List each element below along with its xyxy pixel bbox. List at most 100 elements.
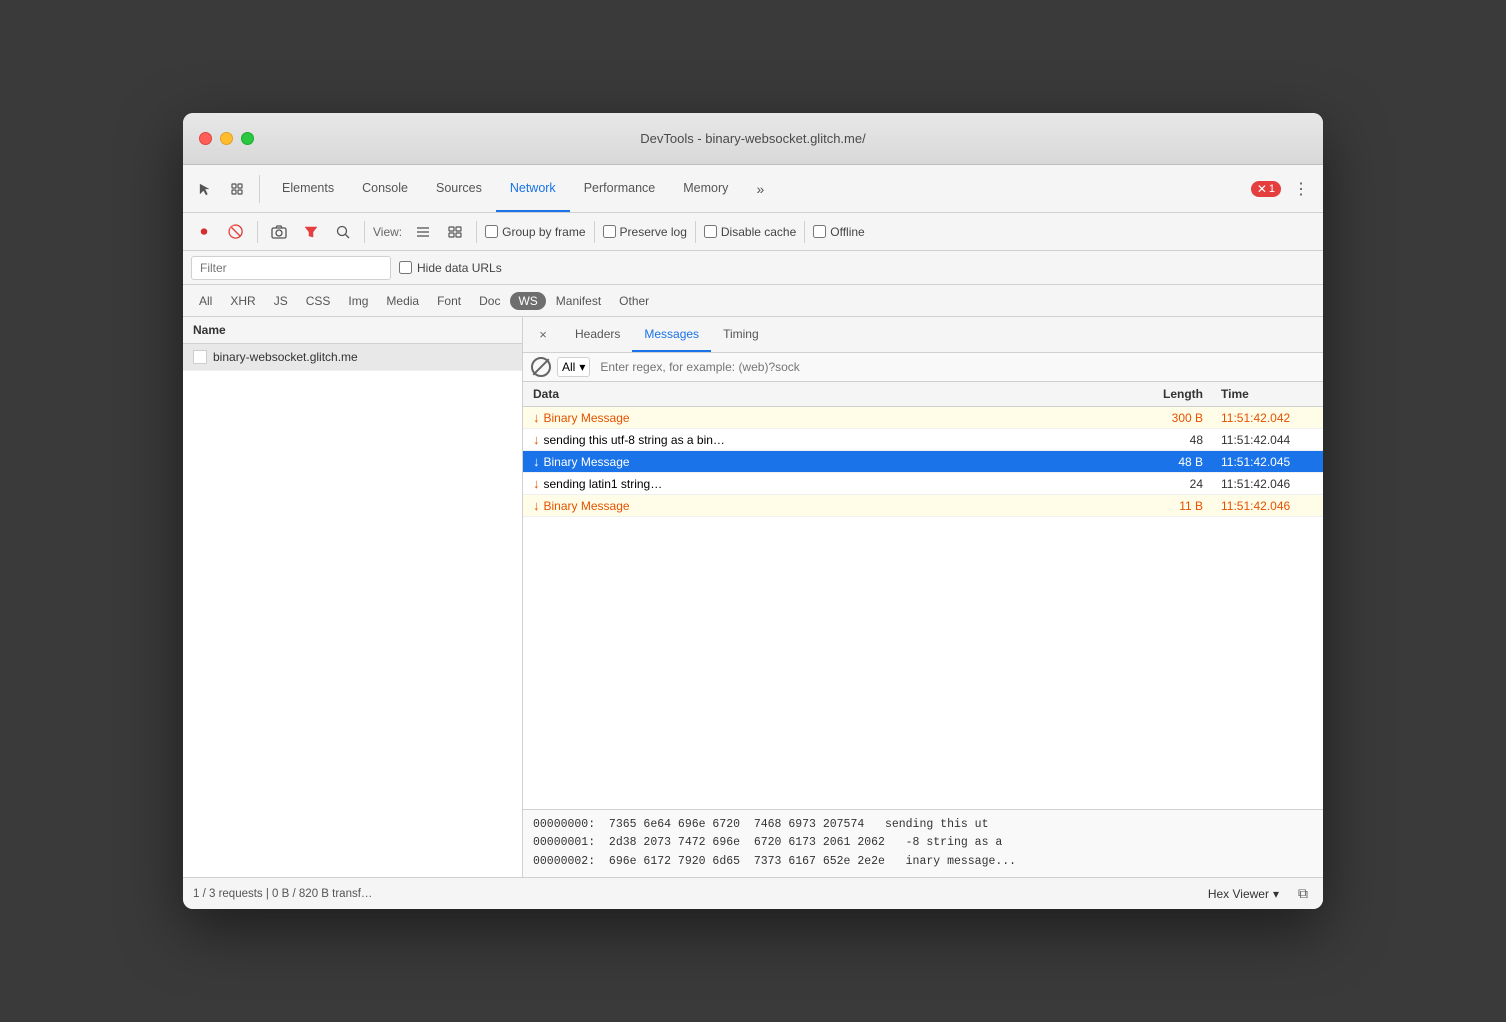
grid-view-icon[interactable] [442,219,468,245]
arrow-down-icon: ↓ [533,454,540,469]
filter-font[interactable]: Font [429,292,469,310]
message-row[interactable]: ↓ sending latin1 string… 24 11:51:42.046 [523,473,1323,495]
more-options-button[interactable]: ⋮ [1287,175,1315,203]
detail-tab-timing[interactable]: Timing [711,317,771,352]
hide-data-urls-label[interactable]: Hide data URLs [399,261,502,275]
filter-input[interactable] [191,256,391,280]
offline-label[interactable]: Offline [813,225,864,239]
request-item[interactable]: binary-websocket.glitch.me [183,344,522,371]
title-bar: × − + DevTools - binary-websocket.glitch… [183,113,1323,165]
tab-console[interactable]: Console [348,165,422,212]
close-detail-button[interactable]: × [531,323,555,347]
filter-ws[interactable]: WS [510,292,545,310]
tab-sources[interactable]: Sources [422,165,496,212]
cursor-icon[interactable] [191,175,219,203]
error-count: 1 [1269,183,1275,195]
main-toolbar: Elements Console Sources Network Perform… [183,165,1323,213]
message-row[interactable]: ↓ sending this utf-8 string as a bin… 48… [523,429,1323,451]
clear-button[interactable]: 🚫 [223,219,249,245]
msg-data-text: sending this utf-8 string as a bin… [544,433,725,447]
hex-viewer: 00000000: 7365 6e64 696e 6720 7468 6973 … [523,809,1323,877]
arrow-down-icon: ↓ [533,432,540,447]
filter-css[interactable]: CSS [298,292,339,310]
group-by-frame-checkbox[interactable] [485,225,498,238]
filter-button[interactable] [298,219,324,245]
offline-checkbox[interactable] [813,225,826,238]
hide-data-urls-checkbox[interactable] [399,261,412,274]
tab-elements[interactable]: Elements [268,165,348,212]
messages-filter: All ▾ [523,353,1323,382]
network-toolbar-divider-3 [476,221,477,243]
filter-other[interactable]: Other [611,292,657,310]
request-favicon [193,350,207,364]
filter-all[interactable]: All [191,292,220,310]
maximize-button[interactable]: + [241,132,254,145]
record-button[interactable]: ⏺ [191,219,217,245]
tab-overflow-button[interactable]: » [746,175,774,203]
request-name: binary-websocket.glitch.me [213,350,358,364]
msg-data-text: Binary Message [544,411,630,425]
msg-time-cell: 11:51:42.044 [1213,433,1323,447]
msg-data-cell: ↓ sending this utf-8 string as a bin… [523,429,1123,450]
search-button[interactable] [330,219,356,245]
disable-cache-checkbox[interactable] [704,225,717,238]
msg-time-cell: 11:51:42.045 [1213,455,1323,469]
main-tabs: Elements Console Sources Network Perform… [268,165,742,212]
preserve-log-text: Preserve log [620,225,687,239]
dropdown-arrow: ▾ [579,360,585,374]
filter-img[interactable]: Img [340,292,376,310]
details-panel: × Headers Messages Timing All ▾ Data Len… [523,317,1323,877]
message-type-select[interactable]: All ▾ [557,357,590,377]
message-row[interactable]: ↓ Binary Message 48 B 11:51:42.045 [523,451,1323,473]
type-filters: All XHR JS CSS Img Media Font Doc WS Man… [183,285,1323,317]
network-toolbar-divider-1 [257,221,258,243]
offline-text: Offline [830,225,864,239]
filter-media[interactable]: Media [378,292,427,310]
minimize-button[interactable]: − [220,132,233,145]
msg-data-cell: ↓ Binary Message [523,495,1123,516]
msg-data-cell: ↓ Binary Message [523,451,1123,472]
close-button[interactable]: × [199,132,212,145]
message-row[interactable]: ↓ Binary Message 300 B 11:51:42.042 [523,407,1323,429]
error-badge: ✕ 1 [1251,181,1281,197]
detail-tab-messages[interactable]: Messages [632,317,711,352]
tab-memory[interactable]: Memory [669,165,742,212]
msg-length-cell: 11 B [1123,499,1213,513]
regex-filter-input[interactable] [596,358,1315,376]
disable-cache-label[interactable]: Disable cache [704,225,796,239]
disable-cache-text: Disable cache [721,225,796,239]
no-filter-icon[interactable] [531,357,551,377]
preserve-log-checkbox[interactable] [603,225,616,238]
hex-line-3: 00000002: 696e 6172 7920 6d65 7373 6167 … [533,853,1313,871]
requests-panel: Name binary-websocket.glitch.me [183,317,523,877]
group-by-frame-text: Group by frame [502,225,585,239]
group-by-frame-label[interactable]: Group by frame [485,225,585,239]
copy-button[interactable]: ⧉ [1293,884,1313,904]
inspect-icon[interactable] [223,175,251,203]
hex-viewer-button[interactable]: Hex Viewer ▾ [1202,885,1285,903]
msg-length-cell: 300 B [1123,411,1213,425]
preserve-log-label[interactable]: Preserve log [603,225,687,239]
hex-viewer-arrow-icon: ▾ [1273,887,1279,901]
camera-button[interactable] [266,219,292,245]
msg-length-cell: 48 [1123,433,1213,447]
msg-data-text: Binary Message [544,499,630,513]
network-toolbar-divider-2 [364,221,365,243]
filter-xhr[interactable]: XHR [222,292,263,310]
filter-doc[interactable]: Doc [471,292,508,310]
filter-manifest[interactable]: Manifest [548,292,609,310]
hide-data-urls-text: Hide data URLs [417,261,502,275]
col-header-time: Time [1213,387,1323,401]
message-row[interactable]: ↓ Binary Message 11 B 11:51:42.046 [523,495,1323,517]
network-toolbar-divider-6 [804,221,805,243]
devtools-window: × − + DevTools - binary-websocket.glitch… [183,113,1323,909]
filter-js[interactable]: JS [266,292,296,310]
msg-length-cell: 24 [1123,477,1213,491]
hex-line-2: 00000001: 2d38 2073 7472 696e 6720 6173 … [533,834,1313,852]
all-option-text: All [562,360,575,374]
tab-performance[interactable]: Performance [570,165,670,212]
tab-network[interactable]: Network [496,165,570,212]
list-view-icon[interactable] [410,219,436,245]
detail-tab-headers[interactable]: Headers [563,317,632,352]
msg-length-cell: 48 B [1123,455,1213,469]
